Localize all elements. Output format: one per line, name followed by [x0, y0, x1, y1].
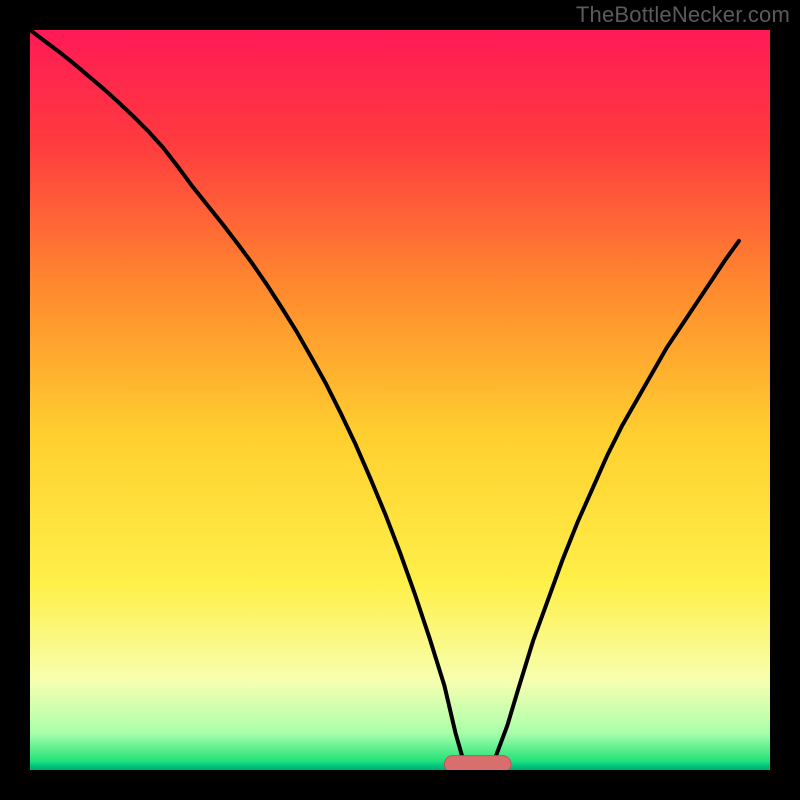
chart-background-gradient — [30, 30, 770, 770]
watermark-text: TheBottleNecker.com — [576, 2, 790, 28]
chart-stage: { "watermark": "TheBottleNecker.com", "c… — [0, 0, 800, 800]
bottleneck-chart — [0, 0, 800, 800]
